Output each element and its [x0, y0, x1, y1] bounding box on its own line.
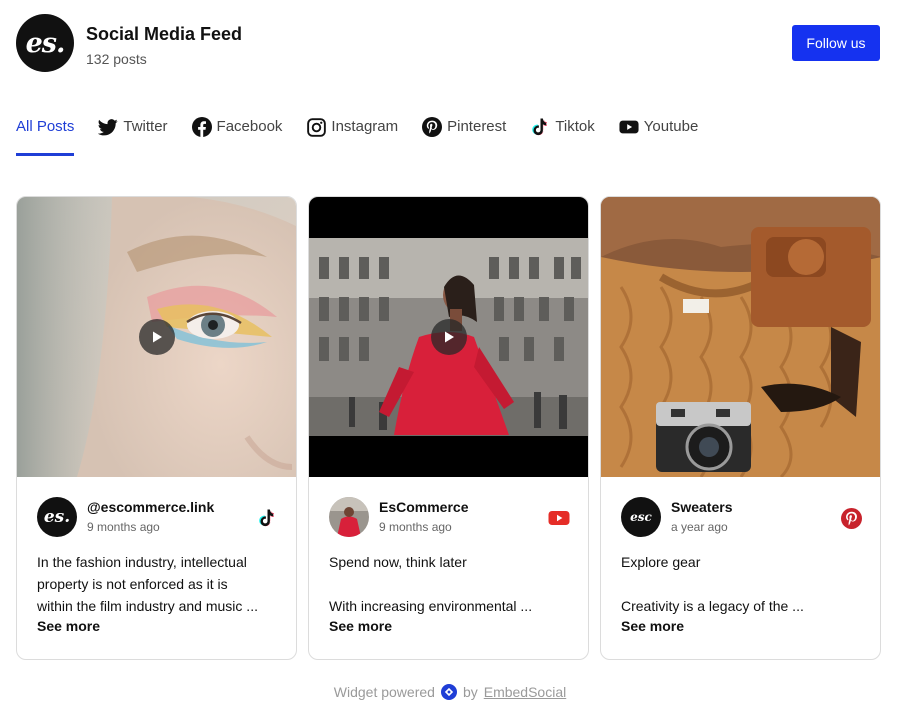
widget-footer: Widget powered by EmbedSocial: [0, 684, 900, 700]
tab-youtube[interactable]: Youtube: [619, 112, 699, 156]
follow-button[interactable]: Follow us: [792, 25, 880, 61]
tab-instagram[interactable]: Instagram: [306, 112, 398, 156]
play-icon: [444, 331, 454, 343]
post-card[interactable]: es. @escommerce.link 9 months ago In the…: [16, 196, 297, 660]
play-button[interactable]: [138, 319, 175, 355]
post-time: 9 months ago: [379, 520, 452, 534]
avatar-logo: esc: [621, 497, 661, 537]
post-text-line: Explore gear: [621, 554, 701, 570]
post-text-line: [621, 573, 861, 595]
post-card[interactable]: esc Sweaters a year ago Explore gear Cre…: [600, 196, 881, 660]
tiktok-icon: [530, 117, 550, 137]
post-text-line: [329, 573, 569, 595]
post-text-line: In the fashion industry, intellectual: [37, 554, 247, 570]
post-image[interactable]: [601, 197, 880, 477]
tab-label: Instagram: [331, 118, 399, 135]
post-text-line: Spend now, think later: [329, 554, 467, 570]
tab-tiktok[interactable]: Tiktok: [530, 112, 595, 156]
see-more-link[interactable]: See more: [329, 618, 392, 634]
twitter-icon: [98, 117, 119, 137]
tab-label: Twitter: [123, 118, 168, 135]
tab-facebook[interactable]: Facebook: [191, 112, 283, 156]
see-more-link[interactable]: See more: [37, 618, 100, 634]
feed-title: Social Media Feed: [86, 24, 243, 44]
post-text-line: property is not enforced as it is: [37, 576, 228, 592]
tab-label: Tiktok: [555, 118, 595, 135]
tab-twitter[interactable]: Twitter: [98, 112, 168, 156]
youtube-icon: [619, 117, 639, 137]
post-text-line: With increasing environmental ...: [329, 598, 533, 614]
tab-all-posts[interactable]: All Posts: [16, 112, 75, 156]
embedsocial-icon: [440, 684, 457, 700]
post-text-line: within the film industry and music ...: [37, 598, 258, 614]
avatar[interactable]: es.: [37, 497, 77, 537]
post-time: a year ago: [671, 520, 728, 534]
post-text: In the fashion industry, intellectual pr…: [37, 551, 277, 617]
footer-powered-text: Widget powered: [333, 684, 435, 700]
facebook-icon: [191, 117, 212, 137]
tab-label: Youtube: [643, 118, 699, 135]
post-time: 9 months ago: [87, 520, 160, 534]
avatar[interactable]: [329, 497, 369, 537]
post-image[interactable]: [17, 197, 296, 477]
play-icon: [152, 331, 162, 343]
author-name[interactable]: EsCommerce: [379, 499, 469, 515]
post-card[interactable]: EsCommerce 9 months ago Spend now, think…: [308, 196, 589, 660]
post-text: Explore gear Creativity is a legacy of t…: [621, 551, 861, 617]
post-photo-sweater: [601, 197, 880, 477]
youtube-icon[interactable]: [548, 507, 570, 529]
tiktok-icon[interactable]: [256, 507, 278, 529]
play-button[interactable]: [430, 319, 467, 355]
see-more-link[interactable]: See more: [621, 618, 684, 634]
tab-label: All Posts: [16, 118, 75, 135]
post-text: Spend now, think later With increasing e…: [329, 551, 569, 617]
author-name[interactable]: Sweaters: [671, 499, 732, 515]
brand-logo: es.: [16, 14, 74, 72]
instagram-icon: [306, 117, 326, 137]
footer-by-text: by: [462, 684, 478, 700]
post-grid: es. @escommerce.link 9 months ago In the…: [16, 196, 881, 660]
post-count: 132 posts: [86, 51, 147, 67]
pinterest-icon: [422, 117, 443, 137]
tab-pinterest[interactable]: Pinterest: [422, 112, 506, 156]
post-text-line: Creativity is a legacy of the ...: [621, 598, 804, 614]
avatar-photo: [329, 497, 369, 537]
embedsocial-link[interactable]: EmbedSocial: [484, 684, 567, 700]
tab-label: Pinterest: [447, 118, 507, 135]
post-image[interactable]: [309, 197, 588, 477]
avatar[interactable]: esc: [621, 497, 661, 537]
author-name[interactable]: @escommerce.link: [87, 499, 214, 515]
tab-label: Facebook: [216, 118, 283, 135]
feed-header: es. Social Media Feed 132 posts Follow u…: [16, 14, 880, 74]
avatar-logo: es.: [37, 497, 77, 537]
network-tabs: All Posts Twitter Facebook Instagram Pin…: [16, 112, 722, 158]
pinterest-icon[interactable]: [840, 507, 862, 529]
